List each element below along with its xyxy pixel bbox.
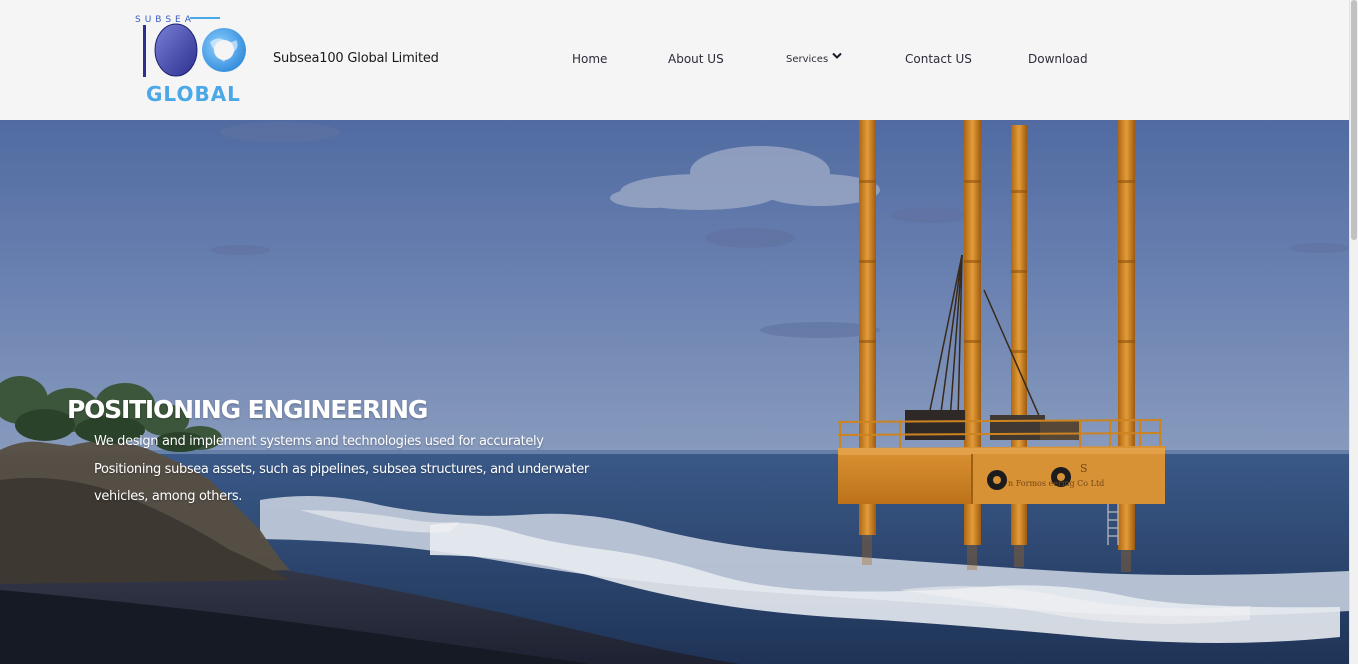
site-logo[interactable]: SUBSEA GLOBAL [132,12,252,107]
site-header: SUBSEA GLOBAL Subsea100 Global Limited H… [0,0,1349,120]
logo-subsea-text: SUBSEA [135,15,195,25]
brand-name[interactable]: Subsea100 Global Limited [273,51,439,66]
chevron-down-icon [832,52,842,63]
nav-about-us[interactable]: About US [668,52,724,66]
page-scrollbar[interactable] [1349,0,1358,664]
page: SUBSEA GLOBAL Subsea100 Global Limited H… [0,0,1358,664]
logo-global-text: GLOBAL [146,82,241,106]
nav-home[interactable]: Home [572,52,607,66]
hero-banner: S n Formos eering Co Ltd POSITIONING ENG… [0,120,1349,664]
scrollbar-thumb[interactable] [1351,0,1357,240]
nav-contact-us[interactable]: Contact US [905,52,972,66]
hero-description: We design and implement systems and tech… [94,434,589,504]
hero-background-image: S n Formos eering Co Ltd [0,120,1349,664]
hero-title: POSITIONING ENGINEERING [67,395,428,424]
nav-download[interactable]: Download [1028,52,1088,66]
logo-graphic: SUBSEA GLOBAL [135,15,246,106]
nav-services[interactable]: Services [786,52,842,65]
nav-services-label: Services [786,54,829,65]
